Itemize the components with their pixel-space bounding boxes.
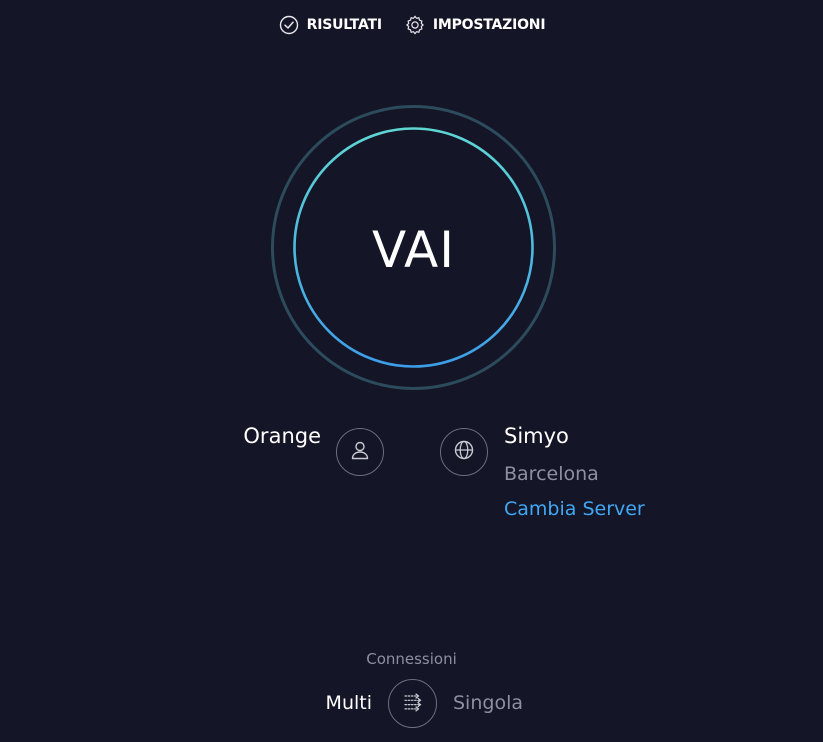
- server-name: Simyo: [504, 424, 569, 448]
- settings-nav-label: IMPOSTAZIONI: [432, 17, 546, 33]
- check-circle-icon: [278, 14, 300, 36]
- isp-name: Orange: [243, 424, 321, 448]
- connections-multi-option[interactable]: Multi: [326, 692, 372, 714]
- top-nav: RISULTATI IMPOSTAZIONI: [0, 12, 823, 38]
- settings-nav-link[interactable]: IMPOSTAZIONI: [404, 14, 546, 36]
- connections-toggle[interactable]: [388, 679, 437, 728]
- globe-icon: [452, 438, 476, 466]
- server-location: Barcelona: [504, 463, 599, 485]
- go-button[interactable]: VAI: [294, 128, 533, 367]
- connections-toggle-icon: [401, 691, 425, 717]
- go-button-container: VAI: [270, 104, 557, 391]
- user-icon: [348, 438, 372, 466]
- results-nav-label: RISULTATI: [306, 17, 382, 33]
- go-button-label: VAI: [372, 220, 455, 279]
- isp-icon-circle: [336, 428, 384, 476]
- server-icon-circle: [440, 428, 488, 476]
- change-server-link[interactable]: Cambia Server: [504, 498, 645, 520]
- connections-title: Connessioni: [366, 650, 457, 668]
- connections-single-option[interactable]: Singola: [453, 692, 523, 714]
- results-nav-link[interactable]: RISULTATI: [278, 14, 382, 36]
- gear-icon: [404, 14, 426, 36]
